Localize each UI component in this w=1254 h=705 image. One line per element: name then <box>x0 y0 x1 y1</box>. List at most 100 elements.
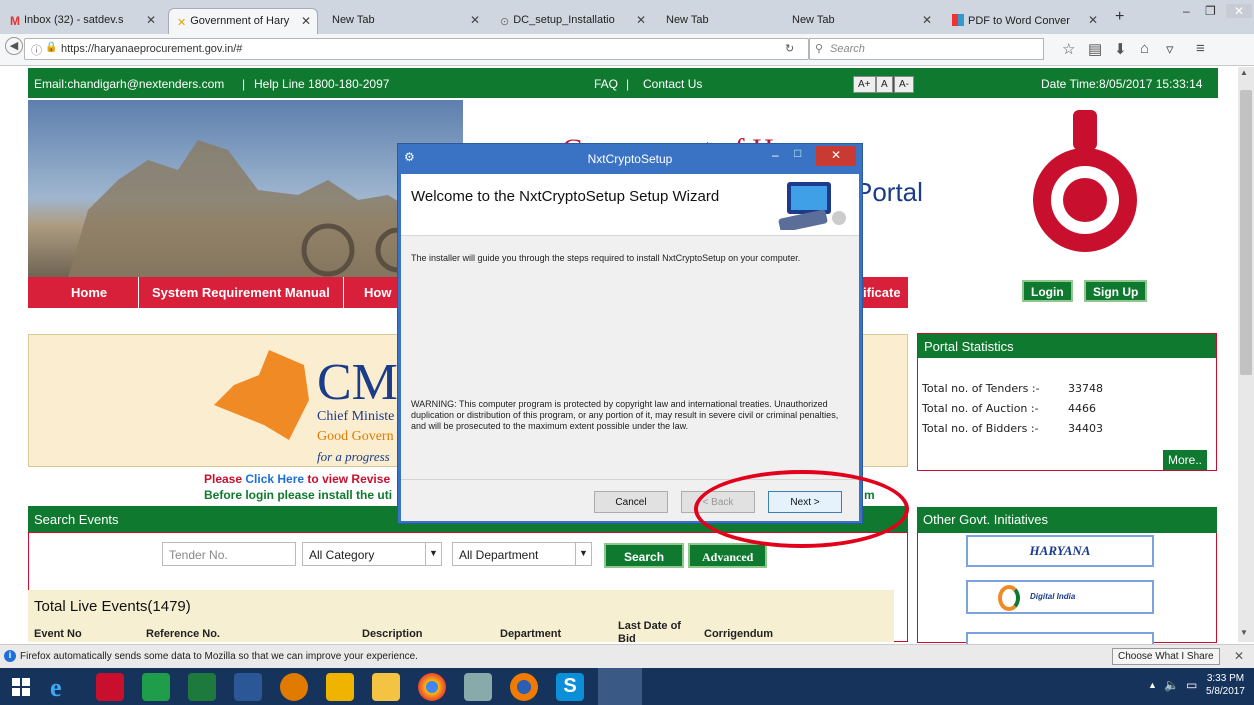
notice-revised: Please Click Here to view Revise <box>204 472 390 486</box>
font-normal-button[interactable]: A <box>876 76 893 93</box>
advanced-button[interactable]: Advanced <box>688 543 768 568</box>
word-icon[interactable] <box>234 673 262 701</box>
skype-icon[interactable]: S <box>556 673 584 701</box>
tab-label: DC_setup_Installatio <box>513 14 615 26</box>
top-info-bar: Email:chandigarh@nextenders.com | Help L… <box>28 68 1218 98</box>
column-event-no: Event No <box>34 628 82 640</box>
outlook-icon[interactable] <box>326 673 354 701</box>
app-icon[interactable] <box>280 673 308 701</box>
file-explorer-icon[interactable] <box>372 673 400 701</box>
live-events-title: Total Live Events(1479) <box>34 598 191 615</box>
back-icon[interactable]: ◀ <box>5 37 23 55</box>
digital-india-link[interactable]: Digital India <box>966 580 1154 614</box>
chevron-down-icon: ▼ <box>425 543 441 565</box>
menu-icon[interactable]: ≡ <box>1196 40 1205 57</box>
url-bar[interactable]: ⓘ 🔒 https://haryanaeprocurement.gov.in/#… <box>24 38 809 60</box>
signup-button[interactable]: Sign Up <box>1084 280 1148 302</box>
close-icon[interactable]: ✕ <box>636 13 646 27</box>
tab-label: New Tab <box>792 14 835 26</box>
download-arrow-icon[interactable]: ⬇ <box>1114 40 1127 58</box>
gmail-icon: M <box>10 14 20 28</box>
welcome-heading: Welcome to the NxtCryptoSetup Setup Wiza… <box>411 188 720 205</box>
tab-new-3[interactable]: New Tab ✕ <box>784 8 938 34</box>
reload-icon[interactable]: ↻ <box>785 42 794 55</box>
menu-system-requirement[interactable]: System Requirement Manual <box>152 285 330 300</box>
dialog-minimize-icon[interactable]: – <box>772 148 779 162</box>
haryana-initiative-link[interactable]: HARYANA <box>966 535 1154 567</box>
bookmark-star-icon[interactable]: ☆ <box>1062 40 1075 58</box>
info-icon[interactable]: ⓘ <box>31 42 42 58</box>
tender-number-input[interactable]: Tender No. <box>162 542 296 566</box>
click-here-link[interactable]: Click Here <box>245 472 304 486</box>
url-text: https://haryanaeprocurement.gov.in/# <box>61 43 243 55</box>
dialog-close-button[interactable]: ✕ <box>816 146 856 166</box>
tab-label: PDF to Word Conver <box>968 15 1070 27</box>
font-decrease-button[interactable]: A- <box>894 76 914 93</box>
cm-line-2: Good Govern <box>317 429 394 444</box>
haryana-emblem-logo <box>1030 105 1140 265</box>
tab-government[interactable]: ✕ Government of Hary ✕ <box>168 8 318 34</box>
close-window-icon[interactable]: ✕ <box>1226 4 1252 18</box>
menu-certificate[interactable]: ificate <box>863 285 901 300</box>
tab-pdf[interactable]: PDF to Word Conver ✕ <box>944 8 1104 34</box>
volume-icon[interactable]: 🔈 <box>1164 678 1179 692</box>
dialog-title: NxtCryptoSetup <box>587 152 673 166</box>
portal-title: Portal <box>855 177 923 207</box>
menu-how[interactable]: How <box>364 285 391 300</box>
lock-icon: 🔒 <box>45 42 58 53</box>
choose-what-i-share-button[interactable]: Choose What I Share <box>1112 648 1220 665</box>
close-icon[interactable]: ✕ <box>922 13 932 27</box>
email-text: Email:chandigarh@nextenders.com <box>34 77 225 91</box>
close-icon[interactable]: ✕ <box>1234 649 1244 663</box>
search-button[interactable]: Search <box>604 543 685 568</box>
internet-explorer-icon[interactable]: e <box>50 673 78 702</box>
pocket-icon[interactable]: ▿ <box>1166 40 1174 58</box>
close-icon[interactable]: ✕ <box>146 13 156 27</box>
divider: | <box>242 77 246 91</box>
network-icon[interactable]: ▭ <box>1186 678 1197 692</box>
taskbar-clock[interactable]: 3:33 PM 5/8/2017 <box>1206 672 1245 698</box>
network-app-icon[interactable] <box>464 673 492 701</box>
excel-icon[interactable] <box>188 673 216 701</box>
tab-new-1[interactable]: New Tab ✕ <box>324 8 486 34</box>
new-tab-button[interactable]: + <box>1115 8 1124 26</box>
portal-statistics-panel: Portal Statistics Total no. of Tenders :… <box>917 333 1217 471</box>
contact-link[interactable]: Contact Us <box>643 77 702 91</box>
close-icon[interactable]: ✕ <box>301 14 311 28</box>
category-select[interactable]: All Category ▼ <box>302 542 442 566</box>
tray-up-icon[interactable]: ▲ <box>1148 680 1157 690</box>
close-icon[interactable]: ✕ <box>470 13 480 27</box>
login-button[interactable]: Login <box>1022 280 1073 302</box>
firefox-icon[interactable] <box>510 673 538 701</box>
setup-dialog: ⚙ NxtCryptoSetup – □ ✕ Welcome to the Nx… <box>397 143 863 524</box>
dialog-warning-text: WARNING: This computer program is protec… <box>411 399 839 431</box>
home-icon[interactable]: ⌂ <box>1140 40 1149 57</box>
search-icon: ⚲ <box>815 43 824 55</box>
tab-dc-setup[interactable]: ⊙ DC_setup_Installatio ✕ <box>492 8 652 34</box>
initiative-link-3[interactable] <box>966 632 1154 644</box>
chrome-icon[interactable] <box>418 673 446 701</box>
menu-home[interactable]: Home <box>71 285 107 300</box>
installer-taskbar-icon[interactable] <box>598 668 642 705</box>
maximize-icon[interactable]: ❐ <box>1205 4 1216 18</box>
cm-line-1: Chief Ministe <box>317 409 395 424</box>
cancel-button[interactable]: Cancel <box>594 491 668 513</box>
department-select[interactable]: All Department ▼ <box>452 542 592 566</box>
font-increase-button[interactable]: A+ <box>853 76 876 93</box>
scroll-down-icon[interactable]: ▼ <box>1240 628 1248 637</box>
scrollbar-thumb[interactable] <box>1240 90 1252 375</box>
library-icon[interactable]: ▤ <box>1088 40 1102 58</box>
screen: M Inbox (32) - satdev.s ✕ ✕ Government of H… <box>0 0 1254 705</box>
search-placeholder: Search <box>830 43 865 55</box>
store-icon[interactable] <box>142 673 170 701</box>
download-icon: ⊙ <box>500 16 510 28</box>
scroll-up-icon[interactable]: ▲ <box>1240 68 1248 77</box>
acrobat-icon[interactable] <box>96 673 124 701</box>
close-icon[interactable]: ✕ <box>1088 13 1098 27</box>
tab-gmail[interactable]: M Inbox (32) - satdev.s ✕ <box>2 8 162 34</box>
faq-link[interactable]: FAQ <box>594 77 618 91</box>
more-button[interactable]: More.. <box>1163 450 1208 470</box>
search-input[interactable]: ⚲ Search <box>809 38 1044 60</box>
minimize-icon[interactable]: – <box>1183 4 1190 18</box>
windows-start-icon[interactable] <box>12 678 30 696</box>
